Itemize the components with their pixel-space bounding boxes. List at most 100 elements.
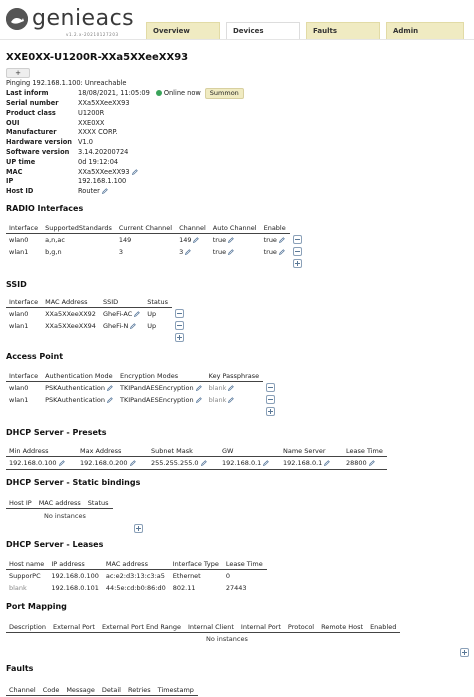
device-field-label: Serial number xyxy=(6,99,59,107)
edit-pencil-icon[interactable] xyxy=(263,460,270,467)
device-field-value: 192.168.1.100 xyxy=(78,177,127,186)
edit-pencil-icon[interactable] xyxy=(129,460,136,467)
add-instance-icon[interactable] xyxy=(266,407,276,416)
dhcp-static-section-title: DHCP Server - Static bindings xyxy=(6,478,141,487)
top-bar: genieacs v1.2.x-20210127203 Overview Dev… xyxy=(0,0,474,40)
faults-table: Channel Code Message Detail Retries Time… xyxy=(6,684,198,696)
header-divider xyxy=(0,39,474,40)
delete-instance-icon[interactable] xyxy=(266,395,276,404)
table-row: wlan0 a,n,ac 149 149 true true xyxy=(6,234,306,247)
dhcp-presets-section-title: DHCP Server - Presets xyxy=(6,428,107,437)
device-field-value: Router xyxy=(78,187,100,196)
device-field-value: XXE0XX xyxy=(78,118,105,127)
last-inform-value: 18/08/2021, 11:05:09 xyxy=(78,89,150,97)
edit-pencil-icon[interactable] xyxy=(195,397,202,404)
edit-pencil-icon[interactable] xyxy=(106,385,113,392)
summon-button[interactable]: Summon xyxy=(204,88,244,99)
device-field-value: 0d 19:12:04 xyxy=(78,157,119,166)
edit-pencil-icon[interactable] xyxy=(228,249,234,256)
delete-instance-icon[interactable] xyxy=(292,247,302,256)
tab-devices[interactable]: Devices xyxy=(226,22,300,39)
col-channel: Channel xyxy=(176,222,210,234)
table-row: wlan0 XXa5XXeeXX92 GheFi-AC Up xyxy=(6,308,188,321)
online-status-icon xyxy=(155,90,162,96)
col-supported-standards: SupportedStandards xyxy=(42,222,116,234)
main-tabs: Overview Devices Faults Admin xyxy=(146,22,470,40)
tab-faults[interactable]: Faults xyxy=(306,22,380,39)
edit-pencil-icon[interactable] xyxy=(101,187,108,195)
col-auto-channel: Auto Channel xyxy=(209,222,261,234)
device-field-label: Host ID xyxy=(6,187,34,196)
device-field-label: OUI xyxy=(6,118,20,127)
table-row: 192.168.0.100 192.168.0.200 255.255.255.… xyxy=(6,457,387,470)
ssid-table: Interface MAC Address SSID Status wlan0 … xyxy=(6,296,188,344)
device-field-value: XXa5XXeeXX93 xyxy=(78,167,130,176)
table-row: wlan1 PSKAuthentication TKIPandAESEncryp… xyxy=(6,394,279,406)
edit-pencil-icon[interactable] xyxy=(200,460,207,467)
radio-section-title: RADIO Interfaces xyxy=(6,204,84,213)
device-field-label: IP xyxy=(6,177,14,186)
delete-instance-icon[interactable] xyxy=(266,382,276,392)
edit-pencil-icon[interactable] xyxy=(195,385,202,392)
edit-pencil-icon[interactable] xyxy=(131,168,138,175)
device-title: XXE0XX-U1200R-XXa5XXeeXX93 xyxy=(6,52,189,63)
edit-pencil-icon[interactable] xyxy=(193,237,200,244)
delete-instance-icon[interactable] xyxy=(292,234,302,244)
delete-instance-icon[interactable] xyxy=(174,321,184,330)
last-inform-label: Last inform xyxy=(6,89,49,97)
edit-pencil-icon[interactable] xyxy=(58,460,65,467)
port-mapping-section-title: Port Mapping xyxy=(6,602,67,611)
col-enable: Enable xyxy=(260,222,290,234)
device-field-value: XXa5XXeeXX93 xyxy=(78,99,130,107)
device-field-value: V1.0 xyxy=(78,138,93,147)
device-field-label: MAC xyxy=(6,167,23,176)
port-mapping-table: Description External Port External Port … xyxy=(6,621,401,633)
device-field-value: 3.14.20200724 xyxy=(78,148,129,156)
device-field-label: Hardware version xyxy=(6,138,72,147)
add-instance-icon[interactable] xyxy=(174,333,184,342)
radio-table: Interface SupportedStandards Current Cha… xyxy=(6,222,306,270)
edit-pencil-icon[interactable] xyxy=(185,249,191,256)
device-field-value: XXXX CORP. xyxy=(78,128,118,137)
access-point-table: Interface Authentication Mode Encryption… xyxy=(6,370,279,418)
no-instances-text: No instances xyxy=(206,635,248,643)
table-row: wlan1 XXa5XXeeXX94 GheFi-N Up xyxy=(6,320,188,332)
dhcp-leases-table: Host name IP address MAC address Interfa… xyxy=(6,558,267,594)
add-instance-icon[interactable] xyxy=(460,648,469,657)
access-point-section-title: Access Point xyxy=(6,352,64,361)
add-tag-button[interactable]: + xyxy=(6,68,30,78)
faults-section-title: Faults xyxy=(6,664,34,673)
edit-pencil-icon[interactable] xyxy=(134,311,141,318)
table-row: blank 192.168.0.101 44:5e:cd:b0:86:d0 80… xyxy=(9,584,247,592)
genie-lamp-icon xyxy=(6,8,28,30)
device-field-value: U1200R xyxy=(78,108,105,117)
edit-pencil-icon[interactable] xyxy=(324,460,331,467)
device-field-label: Manufacturer xyxy=(6,128,57,137)
add-instance-icon[interactable] xyxy=(292,259,302,268)
genieacs-logo[interactable]: genieacs v1.2.x-20210127203 xyxy=(6,6,146,37)
no-instances-text: No instances xyxy=(44,512,86,520)
edit-pencil-icon[interactable] xyxy=(228,385,235,392)
edit-pencil-icon[interactable] xyxy=(228,397,235,404)
edit-pencil-icon[interactable] xyxy=(278,249,285,256)
edit-pencil-icon[interactable] xyxy=(228,237,234,244)
dhcp-static-table: Host IP MAC address Status xyxy=(6,497,113,509)
device-field-label: Software version xyxy=(6,148,70,156)
table-row: wlan0 PSKAuthentication TKIPandAESEncryp… xyxy=(6,382,279,395)
tab-overview[interactable]: Overview xyxy=(146,22,220,39)
device-field-label: UP time xyxy=(6,157,36,166)
add-instance-icon[interactable] xyxy=(134,524,143,533)
dhcp-leases-section-title: DHCP Server - Leases xyxy=(6,540,104,549)
tab-admin[interactable]: Admin xyxy=(386,22,464,39)
dhcp-presets-table: Min Address Max Address Subnet Mask GW N… xyxy=(6,445,387,470)
edit-pencil-icon[interactable] xyxy=(368,460,375,467)
device-field-label: Product class xyxy=(6,108,56,117)
ssid-section-title: SSID xyxy=(6,280,27,289)
version-text: v1.2.x-20210127203 xyxy=(66,32,119,37)
col-current-channel: Current Channel xyxy=(115,222,177,234)
edit-pencil-icon[interactable] xyxy=(278,237,285,244)
edit-pencil-icon[interactable] xyxy=(130,323,137,330)
edit-pencil-icon[interactable] xyxy=(106,397,113,404)
col-interface: Interface xyxy=(6,222,43,234)
delete-instance-icon[interactable] xyxy=(174,308,184,318)
